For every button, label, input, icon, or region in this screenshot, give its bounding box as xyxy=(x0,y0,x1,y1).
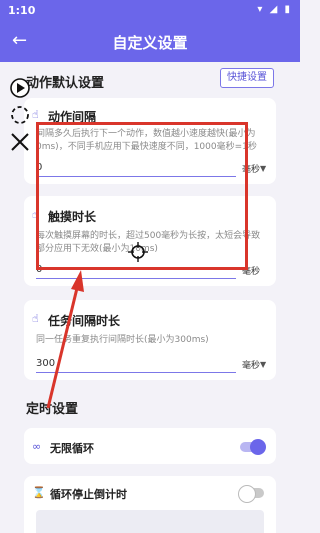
switch-knob xyxy=(238,485,256,503)
infinite-loop-label: 无限循环 xyxy=(50,442,94,455)
countdown-panel xyxy=(36,510,264,533)
status-bar: 1:10 ▾ ◢ ▮ xyxy=(0,0,300,22)
close-icon[interactable] xyxy=(11,133,29,151)
floating-controls xyxy=(8,78,32,160)
hand-icon: ☝ xyxy=(32,312,39,325)
annotation-arrow xyxy=(46,270,84,409)
shortcut-settings-button[interactable]: 快捷设置 xyxy=(220,68,274,88)
play-icon[interactable] xyxy=(10,78,30,98)
floating-controls-svg xyxy=(10,78,30,151)
loop-stop-switch[interactable] xyxy=(238,485,264,503)
crosshair-icon[interactable] xyxy=(128,242,148,262)
app-bar: ← 自定义设置 xyxy=(0,22,300,62)
loop-stop-countdown-row[interactable]: ⌛ 循环停止倒计时 xyxy=(24,476,276,533)
switch-knob xyxy=(250,439,266,455)
hourglass-icon: ⌛ xyxy=(32,486,46,499)
loop-icon[interactable] xyxy=(11,106,29,124)
infinite-loop-row[interactable]: ∞ 无限循环 xyxy=(24,428,276,464)
chevron-down-icon[interactable]: ▼ xyxy=(260,164,266,173)
infinite-loop-switch[interactable] xyxy=(240,439,266,455)
page-title: 自定义设置 xyxy=(112,34,188,52)
status-time: 1:10 xyxy=(8,4,36,17)
infinity-icon: ∞ xyxy=(32,440,42,453)
status-icons: ▾ ◢ ▮ xyxy=(257,4,292,15)
loop-stop-label: 循环停止倒计时 xyxy=(50,488,127,501)
hand-icon: ☝ xyxy=(32,108,39,121)
chevron-down-icon[interactable]: ▼ xyxy=(260,360,266,369)
task-interval-unit[interactable]: 毫秒 xyxy=(242,358,260,371)
section-title-default: 动作默认设置 xyxy=(26,76,105,91)
